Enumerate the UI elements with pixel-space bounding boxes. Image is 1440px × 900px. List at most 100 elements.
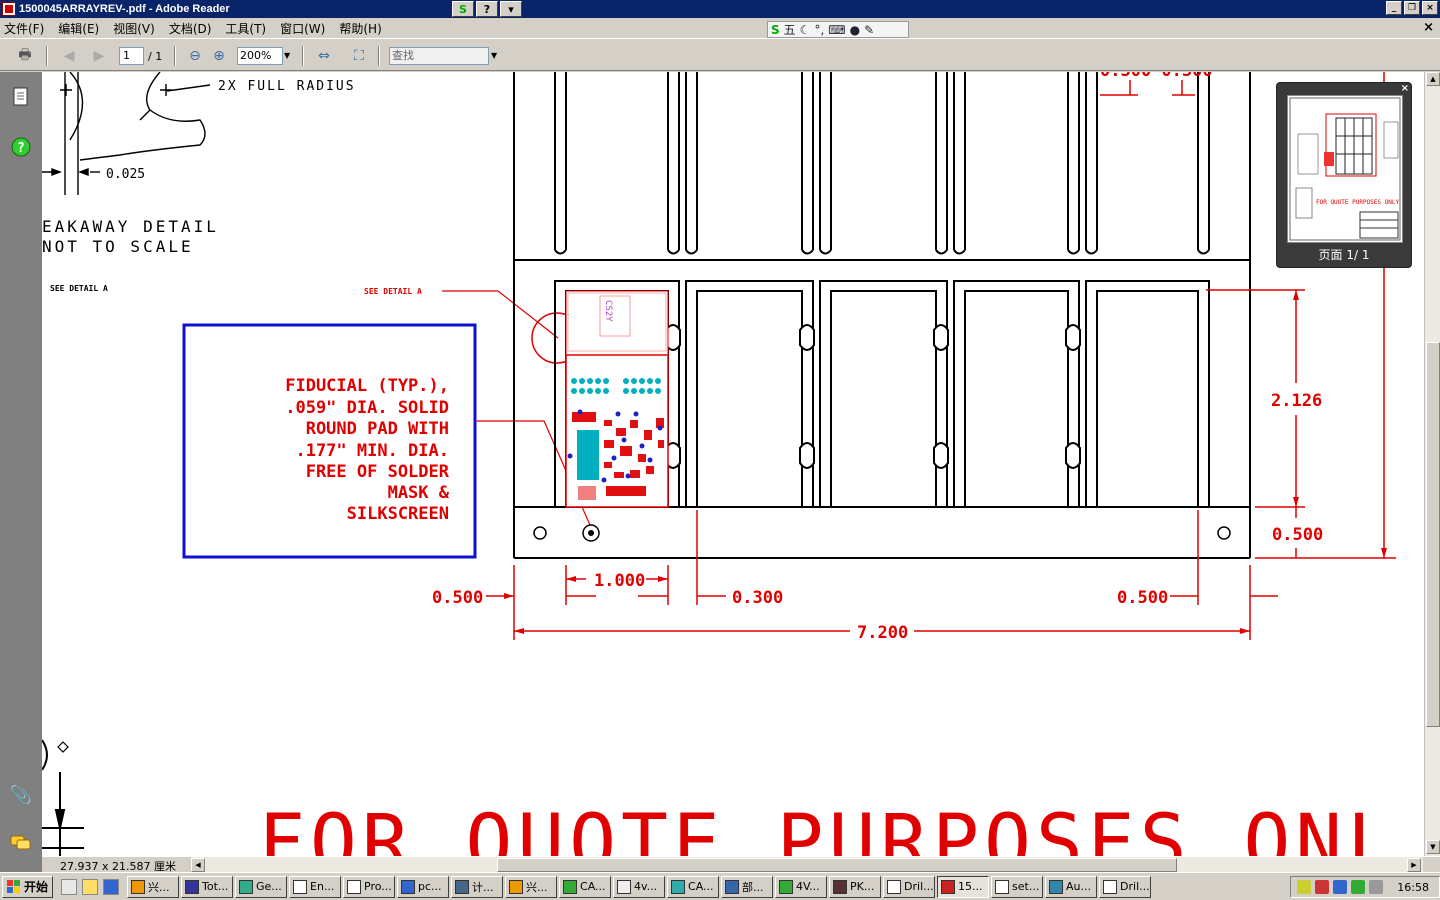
page-thumbnail-panel[interactable]: × FOR QUOTE PURPOSES ONLY 页面 1/ 1 [1276, 82, 1412, 268]
horizontal-scroll-thumb[interactable] [497, 858, 1177, 872]
start-button[interactable]: 开始 [2, 875, 54, 898]
quicklaunch-media-icon[interactable] [103, 878, 120, 895]
see-detail-black: SEE DETAIL A [50, 284, 108, 293]
thumbnail-close-icon[interactable]: × [1401, 83, 1409, 94]
scroll-left-icon[interactable]: ◀ [191, 858, 205, 872]
task-8[interactable]: 兴... [505, 875, 558, 898]
detail-title-2: NOT TO SCALE [42, 237, 194, 256]
title-floating-tools: S ? ▾ [452, 1, 522, 17]
zoom-in-icon[interactable]: ⊕ [208, 46, 230, 66]
task-11[interactable]: CA... [667, 875, 720, 898]
ime-s-icon[interactable]: S [771, 23, 780, 37]
user-icon[interactable]: ● [850, 23, 860, 37]
task-4[interactable]: En... [289, 875, 342, 898]
document-view[interactable]: 2X FULL RADIUS 0.025 EAKAWAY DETAIL NOT … [42, 72, 1424, 856]
task-10[interactable]: 4v... [613, 875, 666, 898]
quote-banner: FOR QUOTE PURPOSES ONL [258, 799, 1408, 856]
fiducial-line-2: .059" DIA. SOLID [285, 398, 449, 418]
tray-sync-icon[interactable] [1351, 880, 1365, 894]
moon-icon[interactable]: ☾ [800, 23, 811, 37]
task-3[interactable]: Ge... [235, 875, 288, 898]
minimize-button[interactable]: _ [1386, 1, 1402, 15]
menu-tools[interactable]: 工具(T) [225, 20, 266, 37]
wrench-icon[interactable]: ✎ [864, 23, 874, 37]
punctuation-icon[interactable]: °, [814, 23, 824, 37]
menu-file[interactable]: 文件(F) [4, 20, 44, 37]
pdf-drawing: 2X FULL RADIUS 0.025 EAKAWAY DETAIL NOT … [42, 72, 1408, 856]
task-9[interactable]: CA... [559, 875, 612, 898]
next-page-icon[interactable]: ▶ [88, 46, 110, 66]
restore-button[interactable]: ❐ [1404, 1, 1420, 15]
pages-icon[interactable] [10, 86, 32, 108]
fiducial-line-3: ROUND PAD WITH [306, 419, 449, 439]
ime-mode[interactable]: 五 [784, 21, 796, 38]
task-1[interactable]: 兴... [127, 875, 180, 898]
tray-pen-icon[interactable] [1297, 880, 1311, 894]
print-icon[interactable]: 🖶 [14, 46, 36, 66]
zoom-input[interactable]: 200% [237, 47, 283, 65]
task-12[interactable]: 部... [721, 875, 774, 898]
status-row: 27.937 x 21.587 厘米 ◀ ▶ [42, 856, 1440, 873]
menu-window[interactable]: 窗口(W) [280, 20, 325, 37]
page-thumbnail[interactable]: FOR QUOTE PURPOSES ONLY [1287, 95, 1403, 243]
vertical-scrollbar[interactable]: ▲ ▼ [1424, 72, 1440, 856]
task-15[interactable]: Dril... [883, 875, 936, 898]
top-dimensions: 0.300 0.300 [1100, 72, 1213, 81]
acrobat-app-icon [2, 2, 16, 16]
tray-volume-icon[interactable] [1369, 880, 1383, 894]
quicklaunch-desktop-icon[interactable] [61, 878, 78, 895]
attachment-icon[interactable]: 📎 [10, 784, 32, 806]
menu-help[interactable]: 帮助(H) [339, 20, 381, 37]
zoom-dropdown-icon[interactable]: ▼ [284, 51, 290, 60]
horizontal-scrollbar[interactable]: ◀ ▶ [191, 857, 1423, 873]
detail-dimension: 0.025 [106, 167, 145, 182]
dim-2126: 2.126 [1271, 391, 1322, 411]
svg-text:?: ? [17, 141, 25, 156]
title-bar: 1500045ARRAYREV-.pdf - Adobe Reader S ? … [0, 0, 1440, 18]
menu-view[interactable]: 视图(V) [113, 20, 155, 37]
search-dropdown-icon[interactable]: ▼ [491, 51, 497, 60]
thumbnail-mini-text: FOR QUOTE PURPOSES ONLY [1316, 199, 1399, 206]
task-17[interactable]: set... [991, 875, 1044, 898]
help-icon[interactable]: ? [10, 136, 32, 158]
taskbar: 开始 兴... Tot... Ge... En... Pro... pc... … [0, 872, 1440, 900]
window-title: 1500045ARRAYREV-.pdf - Adobe Reader [19, 3, 230, 15]
menu-bar: 文件(F) 编辑(E) 视图(V) 文档(D) 工具(T) 窗口(W) 帮助(H… [0, 18, 1440, 38]
dim-0500-left: 0.500 [432, 588, 483, 608]
document-close-icon[interactable]: × [1423, 20, 1434, 35]
task-2[interactable]: Tot... [181, 875, 234, 898]
scroll-up-icon[interactable]: ▲ [1426, 72, 1440, 86]
menu-document[interactable]: 文档(D) [169, 20, 212, 37]
task-6[interactable]: pc... [397, 875, 450, 898]
tray-network-icon[interactable] [1333, 880, 1347, 894]
vertical-scroll-thumb[interactable] [1426, 342, 1440, 727]
fit-width-icon[interactable]: ⇔ [313, 46, 335, 66]
scroll-right-icon[interactable]: ▶ [1407, 858, 1421, 872]
fit-page-icon[interactable]: ⛶ [348, 46, 370, 66]
menu-dropdown-icon[interactable]: ▾ [500, 1, 522, 17]
tray-app-icon[interactable] [1315, 880, 1329, 894]
previous-page-icon[interactable]: ◀ [58, 46, 80, 66]
help-question-icon[interactable]: ? [476, 1, 498, 17]
sogou-s-icon[interactable]: S [452, 1, 474, 17]
zoom-out-icon[interactable]: ⊖ [184, 46, 206, 66]
keyboard-icon[interactable]: ⌨ [828, 23, 845, 37]
quick-launch [61, 878, 120, 895]
task-13[interactable]: 4V... [775, 875, 828, 898]
menu-edit[interactable]: 编辑(E) [58, 20, 99, 37]
search-input[interactable]: 查找 [389, 47, 489, 65]
close-button[interactable]: × [1422, 1, 1438, 15]
task-16-active[interactable]: 15... [937, 875, 990, 898]
scroll-down-icon[interactable]: ▼ [1426, 840, 1440, 854]
task-14[interactable]: PK... [829, 875, 882, 898]
dim-1000: 1.000 [594, 571, 645, 591]
page-number-input[interactable]: 1 [119, 47, 144, 65]
task-19[interactable]: Dril... [1099, 875, 1152, 898]
comments-icon[interactable] [10, 832, 32, 854]
task-18[interactable]: Au... [1045, 875, 1098, 898]
task-7[interactable]: 计... [451, 875, 504, 898]
fiducial-line-6: MASK & [388, 483, 450, 503]
fiducial-line-1: FIDUCIAL (TYP.), [285, 376, 449, 396]
quicklaunch-browser-icon[interactable] [82, 878, 99, 895]
task-5[interactable]: Pro... [343, 875, 396, 898]
